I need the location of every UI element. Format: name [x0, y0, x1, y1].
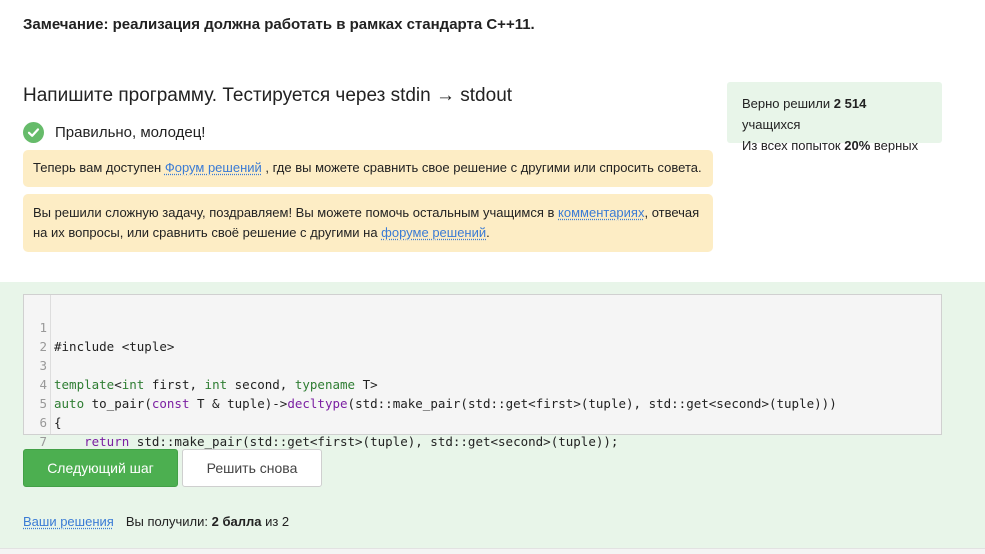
- page-bottom-divider: [0, 548, 985, 554]
- score-footer: Ваши решения Вы получили: 2 балла из 2: [23, 514, 289, 529]
- code-line: 5 {: [24, 375, 941, 430]
- result-status: Правильно, молодец!: [23, 121, 205, 143]
- forum-hint: Теперь вам доступен Форум решений , где …: [23, 150, 713, 187]
- standard-note: Замечание: реализация должна работать в …: [23, 16, 535, 33]
- score-value: 2 балла: [211, 514, 262, 529]
- stats-panel: Верно решили 2 514 учащихся Из всех попы…: [727, 82, 942, 153]
- comments-link[interactable]: комментариях: [558, 205, 644, 220]
- result-message: Правильно, молодец!: [55, 123, 206, 141]
- success-rate: 20%: [844, 138, 871, 153]
- code-line: 7 }: [24, 413, 941, 468]
- congrats-hint: Вы решили сложную задачу, поздравляем! В…: [23, 194, 713, 252]
- stats-solved: Верно решили 2 514 учащихся: [742, 96, 867, 132]
- next-step-button[interactable]: Следующий шаг: [23, 449, 178, 487]
- check-circle-icon: [23, 121, 44, 143]
- solutions-forum-link[interactable]: Форум решений: [165, 160, 262, 175]
- code-line: 2: [24, 318, 941, 354]
- solve-again-button[interactable]: Решить снова: [182, 449, 322, 487]
- stats-rate: Из всех попыток 20% верных: [742, 138, 919, 153]
- score-text: Вы получили: 2 балла из 2: [125, 514, 290, 529]
- forum-link[interactable]: форуме решений: [381, 225, 486, 240]
- your-solutions-link[interactable]: Ваши решения: [23, 514, 114, 529]
- code-line: 1 #include <tuple>: [24, 299, 941, 354]
- code-line: 4 auto to_pair(const T & tuple)->decltyp…: [24, 356, 941, 411]
- solved-count: 2 514: [833, 96, 867, 111]
- code-editor[interactable]: 1 #include <tuple> 2 3 template<int firs…: [23, 294, 942, 468]
- code-line: 3 template<int first, int second, typena…: [24, 337, 941, 392]
- code-line: 6 return std::make_pair(std::get<first>(…: [24, 394, 941, 449]
- task-title: Напишите программу. Тестируется через st…: [23, 85, 513, 106]
